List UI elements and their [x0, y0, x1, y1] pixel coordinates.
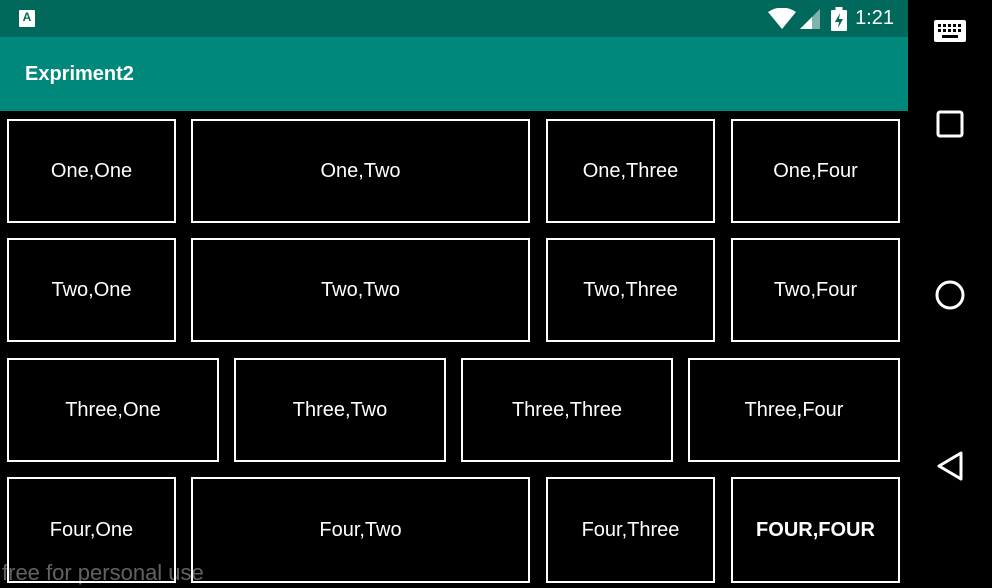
home-button[interactable] — [908, 279, 992, 311]
grid-cell-one-two[interactable]: One,Two — [191, 119, 530, 223]
grid-cell-three-two[interactable]: Three,Two — [234, 358, 446, 462]
status-time: 1:21 — [855, 7, 894, 29]
grid-cell-four-two[interactable]: Four,Two — [191, 477, 530, 583]
grid-cell-three-three[interactable]: Three,Three — [461, 358, 673, 462]
grid-cell-one-three[interactable]: One,Three — [546, 119, 715, 223]
grid-cell-two-two[interactable]: Two,Two — [191, 238, 530, 342]
battery-charging-icon — [831, 6, 848, 31]
recents-square-icon — [936, 110, 964, 138]
grid-cell-two-four[interactable]: Two,Four — [731, 238, 900, 342]
button-grid: One,One One,Two One,Three One,Four Two,O… — [0, 111, 908, 588]
keyboard-button[interactable] — [908, 20, 992, 42]
home-circle-icon — [935, 280, 965, 310]
grid-cell-three-one[interactable]: Three,One — [7, 358, 219, 462]
back-triangle-icon — [937, 451, 963, 481]
grid-cell-three-four[interactable]: Three,Four — [688, 358, 900, 462]
grid-cell-two-one[interactable]: Two,One — [7, 238, 176, 342]
grid-cell-one-four[interactable]: One,Four — [731, 119, 900, 223]
recents-button[interactable] — [908, 110, 992, 138]
status-bar: A 1:21 — [0, 0, 908, 37]
back-button[interactable] — [908, 450, 992, 482]
navigation-bar — [908, 0, 992, 588]
status-icons: 1:21 — [767, 0, 894, 37]
grid-cell-two-three[interactable]: Two,Three — [546, 238, 715, 342]
cell-signal-icon — [800, 8, 821, 29]
grid-cell-one-one[interactable]: One,One — [7, 119, 176, 223]
app-title: Expriment2 — [25, 63, 134, 85]
app-notification-icon: A — [19, 10, 35, 27]
grid-cell-four-four[interactable]: FOUR,FOUR — [731, 477, 900, 583]
wifi-icon — [768, 7, 797, 29]
watermark-text: free for personal use — [2, 560, 204, 585]
grid-cell-four-three[interactable]: Four,Three — [546, 477, 715, 583]
app-toolbar: Expriment2 — [0, 37, 908, 111]
keyboard-icon — [934, 20, 966, 42]
